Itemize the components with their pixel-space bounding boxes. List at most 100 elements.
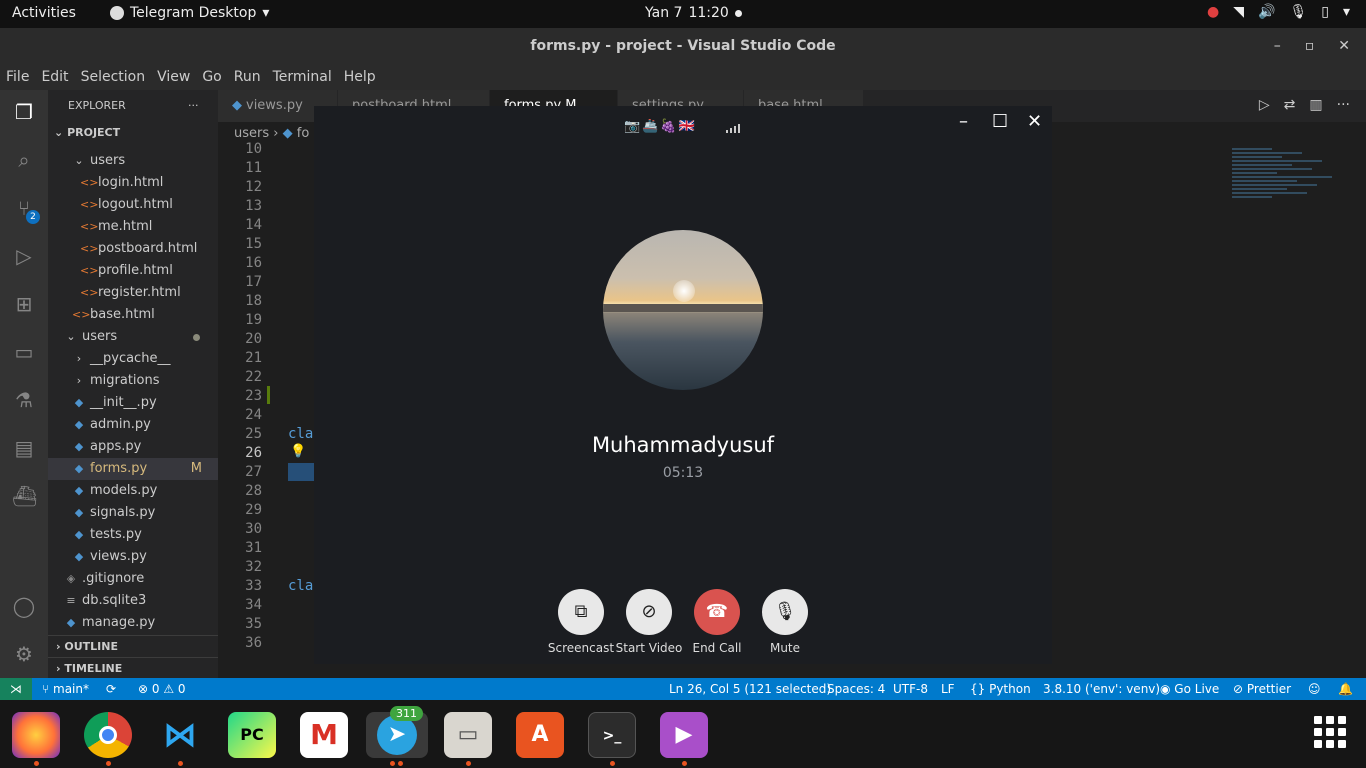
tree-file[interactable]: <>postboard.html [48, 238, 218, 260]
vscode-icon[interactable]: ⋈ [156, 712, 204, 758]
breadcrumb-folder[interactable]: users [234, 126, 269, 141]
explorer-icon[interactable]: ❐ [12, 100, 36, 124]
git-branch[interactable]: ⑂ main* [42, 678, 89, 700]
python-interpreter[interactable]: 3.8.10 ('env': venv) [1043, 678, 1160, 700]
outline-section[interactable]: › OUTLINE [48, 635, 218, 657]
problems-count[interactable]: ⊗ 0 ⚠ 0 [138, 678, 186, 700]
tree-file[interactable]: <>base.html [48, 304, 218, 326]
bell-icon[interactable]: 🔔 [1338, 678, 1353, 700]
pycharm-icon[interactable]: PC [228, 712, 276, 758]
tree-folder-users-app[interactable]: ⌄ users [48, 326, 218, 348]
menu-file[interactable]: File [6, 69, 29, 85]
tree-file-selected[interactable]: ◆ forms.py M [48, 458, 218, 480]
tree-file[interactable]: <>profile.html [48, 260, 218, 282]
chevron-down-icon[interactable]: ▾ [1343, 4, 1350, 20]
feedback-icon[interactable]: ☺ [1308, 678, 1321, 700]
running-indicator [178, 761, 183, 766]
timeline-section[interactable]: › TIMELINE [48, 657, 218, 679]
screencast-button[interactable]: ⧉ [558, 589, 604, 635]
mute-button[interactable]: 🎙 [762, 589, 808, 635]
clock[interactable]: Yan 7 11:20 [645, 5, 729, 21]
breadcrumb-file[interactable]: fo [297, 126, 310, 141]
menu-go[interactable]: Go [202, 69, 221, 85]
tree-file[interactable]: <>me.html [48, 216, 218, 238]
project-section[interactable]: ⌄ PROJECT [48, 122, 218, 144]
menu-help[interactable]: Help [344, 69, 376, 85]
close-icon[interactable]: ✕ [1338, 28, 1350, 64]
cursor-position[interactable]: Ln 26, Col 5 (121 selected) [669, 678, 831, 700]
maximize-icon[interactable]: ☐ [992, 111, 1008, 132]
chevron-right-icon: › [56, 662, 61, 675]
remote-explorer-icon[interactable]: ▭ [12, 340, 36, 364]
restore-icon[interactable]: ▫ [1305, 28, 1315, 64]
tree-file[interactable]: ◆ manage.py [48, 612, 218, 634]
tree-file[interactable]: ◆ tests.py [48, 524, 218, 546]
tree-file[interactable]: <>register.html [48, 282, 218, 304]
tree-file[interactable]: ◆ __init__.py [48, 392, 218, 414]
compare-icon[interactable]: ⇄ [1284, 97, 1296, 113]
app-menu[interactable]: Telegram Desktop ▾ [110, 5, 269, 21]
lightbulb-icon[interactable]: 💡 [290, 444, 306, 459]
minimize-icon[interactable]: – [959, 111, 968, 132]
docker-icon[interactable]: ⛴ [12, 484, 37, 508]
run-debug-icon[interactable]: ▷ [12, 244, 36, 268]
language-mode[interactable]: {} Python [970, 678, 1031, 700]
tree-file[interactable]: ≡ db.sqlite3 [48, 590, 218, 612]
testing-icon[interactable]: ⚗ [12, 388, 36, 412]
menu-view[interactable]: View [157, 69, 190, 85]
remote-icon[interactable]: ⋊ [0, 678, 32, 700]
video-player-icon[interactable]: ▶ [660, 712, 708, 758]
run-icon[interactable]: ▷ [1259, 97, 1270, 113]
menu-terminal[interactable]: Terminal [273, 69, 332, 85]
go-live[interactable]: ◉ Go Live [1160, 678, 1219, 700]
encryption-emojis[interactable]: 📷🚢🍇🇬🇧 [624, 119, 697, 134]
system-tray[interactable]: ● ◥ 🔊 🎙 ▯ ▾ [1207, 4, 1350, 20]
tree-file[interactable]: <>login.html [48, 172, 218, 194]
chrome-icon[interactable] [84, 712, 132, 758]
tree-file[interactable]: ◆ admin.py [48, 414, 218, 436]
menu-edit[interactable]: Edit [41, 69, 68, 85]
more-actions-icon[interactable]: ··· [1337, 97, 1350, 113]
extensions-icon[interactable]: ⊞ [12, 292, 36, 316]
menu-run[interactable]: Run [234, 69, 261, 85]
software-icon[interactable]: A [516, 712, 564, 758]
sync-icon[interactable]: ⟳ [106, 678, 116, 700]
split-editor-icon[interactable]: ▥ [1309, 97, 1322, 113]
encoding[interactable]: UTF-8 [893, 678, 928, 700]
microphone-icon[interactable]: 🎙 [1289, 4, 1307, 20]
show-applications-icon[interactable] [1314, 716, 1346, 748]
indentation[interactable]: Spaces: 4 [827, 678, 885, 700]
wifi-icon[interactable]: ◥ [1233, 4, 1244, 20]
end-of-line[interactable]: LF [941, 678, 955, 700]
tree-file[interactable]: ◆ views.py [48, 546, 218, 568]
battery-icon[interactable]: ▯ [1321, 4, 1329, 20]
tree-folder[interactable]: › __pycache__ [48, 348, 218, 370]
minimize-icon[interactable]: – [1274, 28, 1281, 64]
firefox-icon[interactable] [12, 712, 60, 758]
minimap[interactable] [1232, 146, 1352, 226]
terminal-icon[interactable]: >_ [588, 712, 636, 758]
tree-file[interactable]: <>logout.html [48, 194, 218, 216]
gear-icon[interactable]: ⚙ [12, 642, 36, 666]
menu-selection[interactable]: Selection [81, 69, 146, 85]
volume-icon[interactable]: 🔊 [1258, 4, 1275, 20]
gmail-icon[interactable]: M [300, 712, 348, 758]
search-icon[interactable]: ⌕ [12, 148, 36, 172]
tree-folder-users-templates[interactable]: ⌄ users [48, 150, 218, 172]
close-icon[interactable]: ✕ [1027, 111, 1042, 132]
tree-file[interactable]: ◆ signals.py [48, 502, 218, 524]
tree-file[interactable]: ◆ apps.py [48, 436, 218, 458]
start-video-button[interactable]: ⊘ [626, 589, 672, 635]
tree-folder[interactable]: › migrations [48, 370, 218, 392]
prettier[interactable]: ⊘ Prettier [1233, 678, 1291, 700]
tree-file[interactable]: ◆ models.py [48, 480, 218, 502]
more-actions-icon[interactable]: ··· [188, 90, 199, 122]
activities-button[interactable]: Activities [12, 5, 76, 21]
tree-file[interactable]: ◈ .gitignore [48, 568, 218, 590]
notebook-icon[interactable]: ▤ [12, 436, 36, 460]
window-controls: – ▫ ✕ [1274, 28, 1350, 64]
chrome-tray-icon[interactable]: ● [1207, 4, 1219, 20]
files-icon[interactable]: ▭ [444, 712, 492, 758]
end-call-button[interactable]: ☎ [694, 589, 740, 635]
account-icon[interactable]: ◯ [12, 594, 36, 618]
